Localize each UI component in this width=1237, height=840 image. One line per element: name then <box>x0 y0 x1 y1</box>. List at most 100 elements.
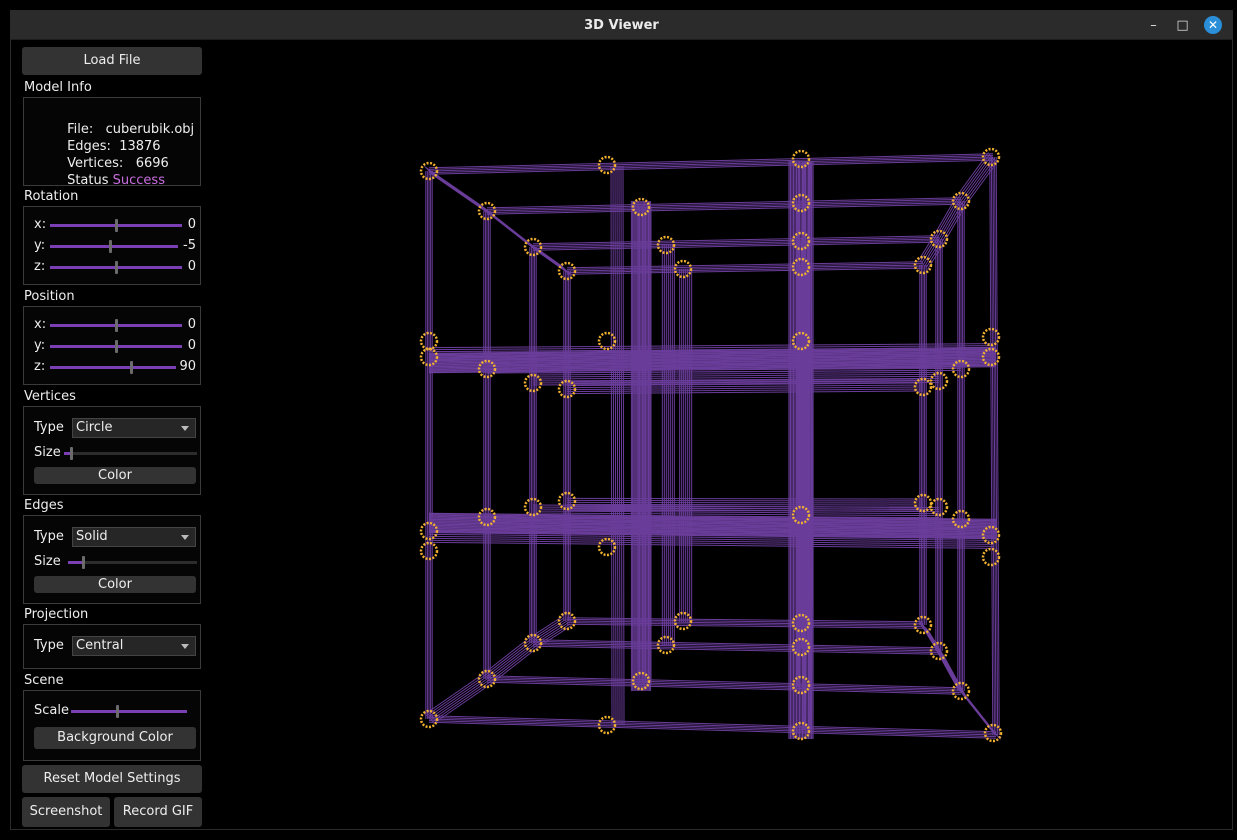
settings-panel: Load File Model Info File: cuberubik.obj… <box>11 40 211 829</box>
edge-line <box>620 166 623 725</box>
position-y-slider[interactable] <box>50 340 182 353</box>
rotation-z-slider[interactable] <box>50 261 182 274</box>
scene-box: Scale Background Color <box>23 690 201 761</box>
edge-line <box>566 505 924 508</box>
edge-line <box>614 166 617 725</box>
edge-line <box>427 677 486 718</box>
edge-size-slider[interactable] <box>68 556 197 569</box>
projection-type-value: Central <box>76 638 124 653</box>
edge-color-button[interactable]: Color <box>34 576 196 593</box>
vertex-type-value: Circle <box>76 420 113 435</box>
position-z-value: 90 <box>179 359 196 374</box>
rotation-y-slider[interactable] <box>50 240 178 253</box>
edges-box: Type Solid Size Color <box>23 515 201 604</box>
edge-line <box>428 156 994 172</box>
position-x-label: x: <box>34 317 47 332</box>
edge-line <box>486 680 962 694</box>
position-y-label: y: <box>34 338 46 353</box>
edge-line <box>566 501 924 504</box>
reset-model-settings-button[interactable]: Reset Model Settings <box>22 765 202 793</box>
scale-label: Scale <box>34 703 69 718</box>
edge-line <box>428 720 997 738</box>
position-x-value: 0 <box>187 317 196 332</box>
position-box: x: 0 y: 0 z: 90 <box>23 306 201 385</box>
edge-line <box>424 674 483 715</box>
edge-line <box>566 497 924 500</box>
position-z-slider[interactable] <box>50 361 176 374</box>
edge-line <box>428 716 997 734</box>
edge-line <box>486 676 962 690</box>
edge-size-label: Size <box>34 554 61 569</box>
position-heading: Position <box>24 289 75 304</box>
projection-heading: Projection <box>24 607 89 622</box>
edge-line <box>483 639 531 677</box>
edge-line <box>935 647 959 689</box>
edge-line <box>433 175 492 216</box>
projection-type-label: Type <box>34 638 64 653</box>
edge-line <box>921 237 938 264</box>
vertices-heading: Vertices <box>24 389 76 404</box>
edge-size-knob[interactable] <box>82 556 85 569</box>
edge-line <box>566 499 924 502</box>
close-icon[interactable]: ✕ <box>1204 16 1222 34</box>
scale-slider[interactable] <box>71 705 187 718</box>
position-z-label: z: <box>34 359 46 374</box>
rotation-heading: Rotation <box>24 189 79 204</box>
rotation-y-value: -5 <box>183 238 196 253</box>
edges-heading: Edges <box>24 498 64 513</box>
rotation-box: x: 0 y: -5 z: 0 <box>23 206 201 285</box>
edge-line <box>486 678 962 692</box>
edge-line <box>425 675 485 717</box>
rotation-x-slider[interactable] <box>50 219 182 232</box>
edge-line <box>618 166 621 725</box>
edge-line <box>612 166 615 725</box>
vertex-size-label: Size <box>34 445 61 460</box>
edge-line <box>430 680 489 721</box>
edge-line <box>934 196 957 235</box>
model-info-box: File: cuberubik.obj Edges: 13876 Vertice… <box>23 97 201 188</box>
model-viewport[interactable] <box>211 40 1232 829</box>
vertex-size-knob[interactable] <box>70 447 73 460</box>
edge-line <box>566 503 924 506</box>
projection-type-select[interactable]: Central <box>72 636 196 656</box>
edge-type-value: Solid <box>76 529 108 544</box>
edge-line <box>566 509 924 512</box>
scene-heading: Scene <box>24 673 64 688</box>
rotation-y-knob[interactable] <box>109 240 112 253</box>
position-x-slider[interactable] <box>50 319 182 332</box>
edge-line <box>491 215 538 252</box>
position-z-knob[interactable] <box>130 361 133 374</box>
edge-line <box>428 678 488 720</box>
edge-line <box>610 166 613 725</box>
position-x-knob[interactable] <box>115 319 118 332</box>
position-y-value: 0 <box>187 338 196 353</box>
background-color-button[interactable]: Background Color <box>34 727 196 749</box>
edge-type-select[interactable]: Solid <box>72 527 196 547</box>
chevron-down-icon <box>181 426 189 431</box>
rotation-x-knob[interactable] <box>115 219 118 232</box>
model-info-heading: Model Info <box>24 80 92 95</box>
edge-line <box>486 642 534 680</box>
vertices-box: Type Circle Size Color <box>23 406 201 495</box>
screenshot-button[interactable]: Screenshot <box>22 797 110 827</box>
load-file-button[interactable]: Load File <box>22 47 202 75</box>
vertex-type-label: Type <box>34 420 64 435</box>
rotation-z-knob[interactable] <box>115 261 118 274</box>
rotation-y-label: y: <box>34 238 46 253</box>
title-bar: 3D Viewer – □ ✕ <box>11 11 1232 40</box>
edge-line <box>934 646 957 687</box>
edge-line <box>482 638 529 675</box>
scale-knob[interactable] <box>116 705 119 718</box>
vertex-cluster <box>597 537 617 557</box>
vertex-color-button[interactable]: Color <box>34 467 196 484</box>
edge-line <box>486 675 962 689</box>
position-y-knob[interactable] <box>115 340 118 353</box>
record-gif-button[interactable]: Record GIF <box>114 797 202 827</box>
minimize-icon[interactable]: – <box>1144 16 1163 35</box>
vertex-type-select[interactable]: Circle <box>72 418 196 438</box>
status-value: Success <box>112 173 165 188</box>
vertex-size-slider[interactable] <box>64 447 197 460</box>
viewer-window: 3D Viewer – □ ✕ Load File Model Info Fil… <box>10 10 1233 830</box>
maximize-icon[interactable]: □ <box>1173 16 1192 35</box>
projection-box: Type Central <box>23 624 201 669</box>
